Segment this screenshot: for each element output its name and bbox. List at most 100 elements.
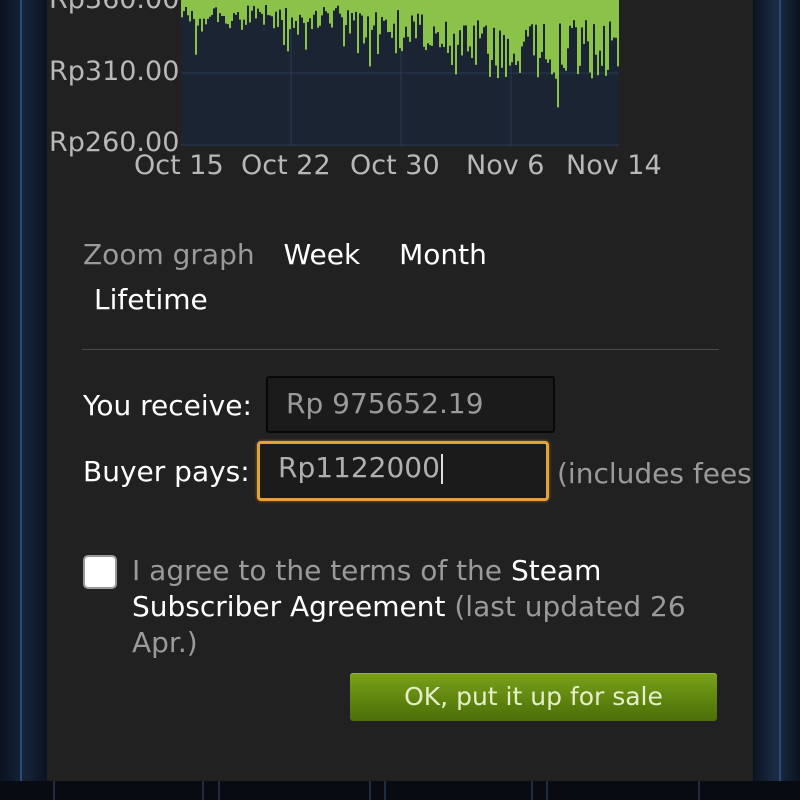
price-bar xyxy=(253,0,255,6)
price-bar xyxy=(595,0,597,55)
price-bar xyxy=(591,0,593,79)
price-bar xyxy=(535,0,537,25)
price-bar xyxy=(267,0,269,16)
price-bar xyxy=(223,0,225,16)
price-bar xyxy=(529,0,531,27)
agree-terms-checkbox[interactable] xyxy=(83,555,117,589)
price-bar xyxy=(605,0,607,76)
price-bar xyxy=(225,0,227,24)
price-bar xyxy=(291,0,293,18)
price-bar xyxy=(543,0,545,24)
you-receive-input[interactable]: Rp 975652.19 xyxy=(266,376,555,433)
price-bar xyxy=(181,0,183,18)
price-bar xyxy=(491,0,493,60)
price-bar xyxy=(231,0,233,22)
price-bar xyxy=(219,0,221,14)
price-bar xyxy=(335,0,337,9)
price-bar xyxy=(485,0,487,26)
price-bar xyxy=(293,0,295,28)
price-bar xyxy=(329,0,331,24)
price-bar xyxy=(263,0,265,25)
price-bar xyxy=(271,0,273,17)
price-bar xyxy=(597,0,599,76)
price-bar xyxy=(287,0,289,52)
price-bar xyxy=(209,0,211,17)
price-bar xyxy=(387,0,389,33)
price-bar xyxy=(245,0,247,25)
price-bar xyxy=(465,0,467,26)
price-bar xyxy=(421,0,423,15)
buyer-pays-value: Rp1122000 xyxy=(278,451,440,484)
price-bar xyxy=(301,0,303,18)
price-bar xyxy=(215,0,217,8)
price-bar xyxy=(505,0,507,77)
price-bar xyxy=(483,0,485,28)
agreement-prefix: I agree to the terms of the xyxy=(132,554,511,587)
price-bar xyxy=(361,0,363,16)
price-bar xyxy=(587,0,589,42)
price-bar xyxy=(525,0,527,30)
price-bar xyxy=(333,0,335,11)
price-bar xyxy=(399,0,401,49)
background-page-strip xyxy=(0,781,800,800)
price-bar xyxy=(241,0,243,30)
price-bar xyxy=(339,0,341,14)
divider xyxy=(82,349,719,350)
price-bar xyxy=(251,0,253,11)
price-bar xyxy=(357,0,359,54)
price-bar xyxy=(507,0,509,39)
price-bar xyxy=(277,0,279,28)
zoom-month-link[interactable]: Month xyxy=(399,238,487,271)
price-bar xyxy=(403,0,405,38)
zoom-week-link[interactable]: Week xyxy=(284,238,361,271)
price-bar xyxy=(425,0,427,51)
price-bar xyxy=(555,0,557,79)
price-bar xyxy=(549,0,551,60)
price-bar xyxy=(187,0,189,16)
price-bar xyxy=(257,0,259,9)
price-bar xyxy=(207,0,209,19)
price-bar xyxy=(265,0,267,6)
price-bar xyxy=(311,0,313,29)
price-bar xyxy=(239,0,241,20)
price-bar xyxy=(473,0,475,26)
price-bar xyxy=(481,0,483,34)
price-plot-area[interactable] xyxy=(181,0,619,146)
buyer-pays-label: Buyer pays: xyxy=(83,455,250,488)
price-bar xyxy=(373,0,375,26)
price-bar xyxy=(365,0,367,38)
price-bar xyxy=(285,0,287,9)
price-bar xyxy=(613,0,615,38)
price-bar xyxy=(323,0,325,8)
price-bar xyxy=(377,0,379,54)
put-up-for-sale-button[interactable]: OK, put it up for sale xyxy=(350,673,717,721)
price-bar xyxy=(495,0,497,66)
price-bar xyxy=(391,0,393,38)
price-bar xyxy=(197,0,199,26)
buyer-pays-input[interactable]: Rp1122000 xyxy=(257,441,549,501)
price-bar xyxy=(411,0,413,16)
price-bar xyxy=(561,0,563,65)
price-bar xyxy=(501,0,503,68)
price-bar xyxy=(431,0,433,46)
zoom-lifetime-link[interactable]: Lifetime xyxy=(94,283,208,316)
price-bar xyxy=(457,0,459,45)
x-tick-label: Oct 15 xyxy=(134,150,224,181)
price-bar xyxy=(599,0,601,51)
price-bar xyxy=(369,0,371,67)
price-bar xyxy=(489,0,491,77)
price-bar xyxy=(235,0,237,15)
price-bar xyxy=(521,0,523,47)
price-bar xyxy=(221,0,223,16)
price-bar xyxy=(195,0,197,55)
price-bar xyxy=(227,0,229,25)
price-bar xyxy=(247,0,249,6)
sell-item-dialog: Rp360.00 Rp310.00 Rp260.00 Oct 15 Oct 22… xyxy=(47,0,753,781)
price-bar xyxy=(351,0,353,14)
zoom-controls: Zoom graph Week Month xyxy=(83,238,487,271)
price-bar xyxy=(527,0,529,37)
price-bar xyxy=(355,0,357,12)
price-bar xyxy=(497,0,499,79)
price-bar xyxy=(313,0,315,15)
price-bar xyxy=(477,0,479,21)
